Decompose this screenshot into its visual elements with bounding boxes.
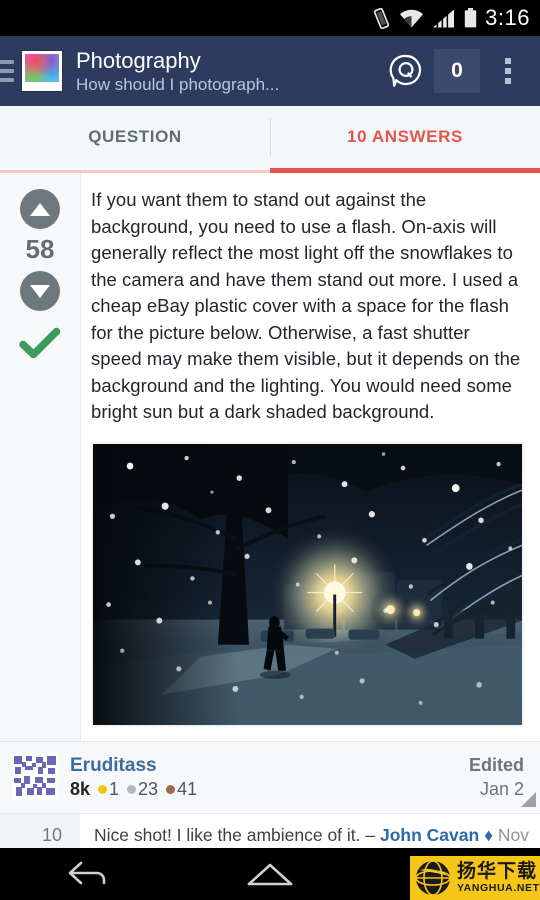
page-title: Photography [76,47,201,73]
vote-column: 58 [0,173,80,741]
answer-image-container[interactable] [91,441,524,741]
home-button[interactable] [225,848,315,900]
user-name[interactable]: Eruditass [70,754,469,777]
hamburger-menu-icon[interactable] [0,60,14,82]
tab-answers-label: 10 ANSWERS [347,127,463,146]
overflow-menu-button[interactable] [482,45,534,97]
bronze-badge-count: 41 [177,779,198,799]
comment-body: Nice shot! I like the ambience of it. – … [80,825,540,846]
reputation-value: 8k [70,779,91,799]
post-action-label: Edited [468,755,524,775]
accepted-answer-indicator [19,327,61,366]
status-bar-clock: 3:16 [485,5,530,30]
app-bar-actions: 0 [380,45,540,97]
bronze-badge: 41 [166,779,197,800]
tab-bar: QUESTION 10 ANSWERS [0,106,540,168]
user-meta: Eruditass 8k 1 23 41 [70,754,469,800]
silver-badge-count: 23 [138,779,159,799]
answer-body-column: If you want them to stand out against th… [80,173,540,741]
bronze-badge-icon [166,785,176,794]
answer-user-card[interactable]: Eruditass 8k 1 23 41 Edited Jan 2 [0,740,540,813]
site-watermark: 扬华下载 YANGHUA.NET [410,856,540,900]
tab-question-label: QUESTION [88,127,182,146]
watermark-text: 扬华下载 YANGHUA.NET [457,862,540,894]
watermark-logo-icon [415,860,451,896]
answer-score: 58 [25,234,55,264]
downvote-button[interactable] [20,271,60,311]
upvote-arrow-icon [30,202,50,216]
app-bar: Photography How should I photograph... 0 [0,36,540,106]
home-icon [247,863,293,886]
back-button[interactable] [45,848,135,900]
silver-badge: 23 [127,779,158,800]
answer-body-text: If you want them to stand out against th… [91,189,521,422]
app-bar-titles: Photography How should I photograph... [76,48,380,95]
page-subtitle: How should I photograph... [76,74,280,94]
silver-badge-icon [127,785,137,794]
inbox-count-value: 0 [451,59,463,82]
vibrate-icon [374,7,390,29]
tab-question[interactable]: QUESTION [0,106,270,168]
watermark-cn-text: 扬华下载 [457,861,538,883]
watermark-en-text: YANGHUA.NET [457,882,540,895]
status-bar: 3:16 [0,0,540,36]
photography-site-logo-icon[interactable] [22,51,62,91]
back-arrow-icon [68,861,106,885]
downvote-arrow-icon [30,284,50,298]
status-bar-icons [373,7,477,29]
gold-badge: 1 [98,779,119,800]
expand-corner-icon[interactable] [521,791,536,807]
user-reputation-line: 8k 1 23 41 [70,779,469,800]
wifi-icon [400,9,424,27]
inbox-count-button[interactable]: 0 [434,49,480,93]
gold-badge-icon [98,785,108,794]
accepted-check-icon [19,327,61,359]
comment-message: Nice shot! I like the ambience of it. – [94,824,380,845]
comment-date: Nov [497,824,529,845]
ask-question-button[interactable] [380,45,432,97]
comment-author[interactable]: John Cavan [380,825,479,845]
battery-icon [464,8,477,28]
signal-icon [433,9,455,28]
moderator-diamond-icon: ♦ [484,824,493,845]
tab-answers[interactable]: 10 ANSWERS [270,106,540,168]
question-bubble-icon [389,54,422,87]
overflow-menu-icon [497,49,519,93]
post-date: Jan 2 [479,779,524,799]
answer-card: 58 If you want them to stand out against… [0,173,540,857]
gold-badge-count: 1 [109,779,120,799]
user-avatar-identicon[interactable] [12,754,58,800]
night-snowfall-street-photo [91,441,524,727]
upvote-button[interactable] [20,189,60,229]
